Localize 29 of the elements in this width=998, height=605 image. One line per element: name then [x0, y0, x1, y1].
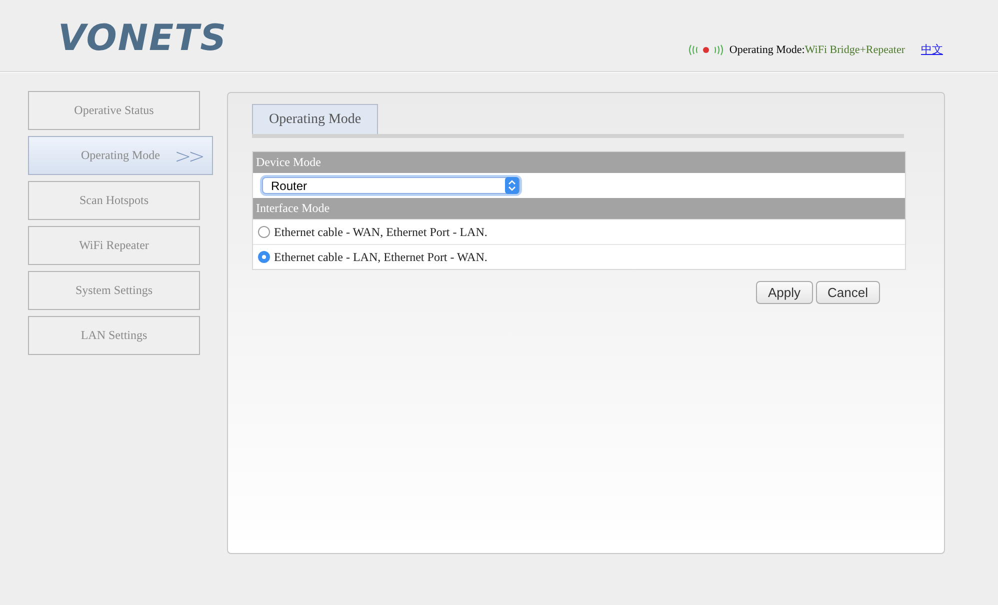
logo: VONETS	[58, 17, 228, 61]
sidebar-item[interactable]: WiFi Repeater	[28, 226, 200, 265]
sidebar-item[interactable]: Operating Mode >>	[28, 136, 213, 175]
sidebar-item-label: LAN Settings	[80, 328, 148, 343]
language-link[interactable]: 中文	[921, 42, 943, 57]
status-value: WiFi Bridge+Repeater	[804, 44, 905, 56]
wireless-signal-icon	[687, 42, 726, 56]
device-mode-select[interactable]: Router	[262, 177, 520, 194]
section-header: Device Mode	[253, 152, 905, 173]
sidebar-item[interactable]: Scan Hotspots	[28, 181, 200, 220]
radio-button[interactable]	[258, 226, 270, 238]
sidebar-item[interactable]: System Settings	[28, 271, 200, 310]
sidebar-item-label: Operative Status	[74, 103, 154, 118]
sidebar-item-label: Operating Mode	[81, 148, 160, 163]
cancel-button[interactable]: Cancel	[816, 281, 880, 304]
sidebar-item-label: System Settings	[75, 283, 152, 298]
arrow-indicator: >>	[174, 144, 202, 168]
status-label: Operating Mode:	[729, 44, 805, 56]
sidebar-item-label: Scan Hotspots	[80, 193, 148, 208]
option-label: Ethernet cable - LAN, Ethernet Port - WAN.	[274, 250, 488, 264]
stepper-icon	[505, 177, 519, 194]
option-label: Ethernet cable - WAN, Ethernet Port - LAN.	[274, 224, 488, 240]
sidebar-item[interactable]: Operative Status	[28, 91, 200, 130]
radio-button[interactable]	[258, 251, 270, 263]
section-header: Interface Mode	[253, 198, 905, 219]
sidebar-item[interactable]: LAN Settings	[28, 316, 200, 355]
apply-button[interactable]: Apply	[756, 281, 813, 304]
tab[interactable]: Operating Mode	[252, 104, 378, 134]
sidebar-item-label: WiFi Repeater	[79, 238, 149, 253]
